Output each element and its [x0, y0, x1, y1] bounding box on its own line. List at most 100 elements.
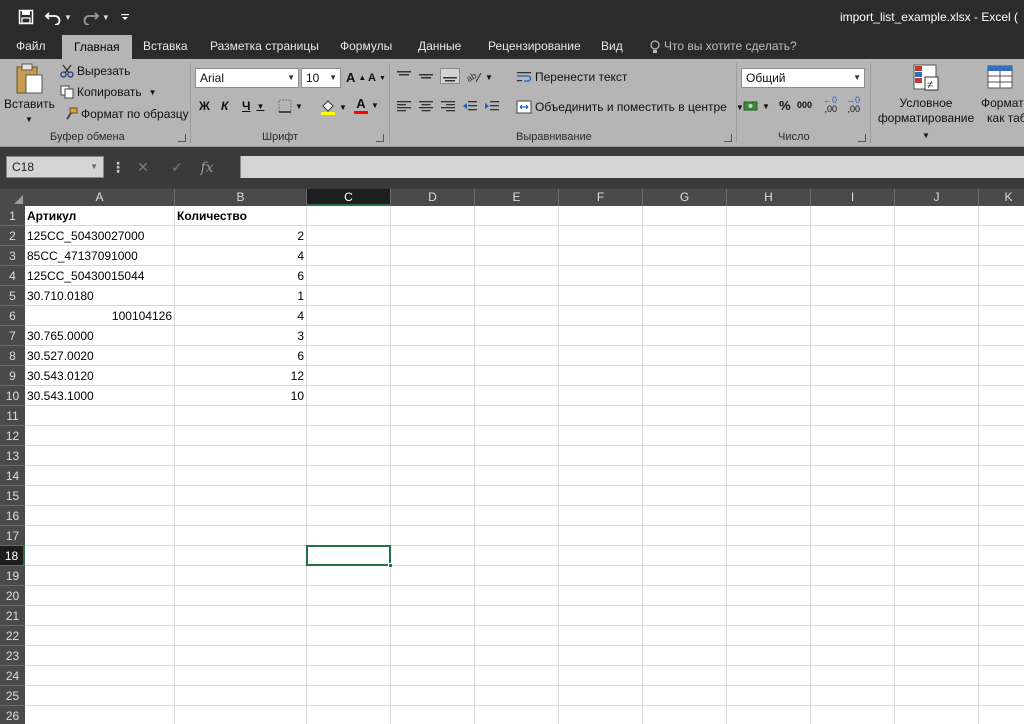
cell-j16[interactable]: [895, 506, 979, 526]
cell-k19[interactable]: [979, 566, 1024, 586]
cell-k24[interactable]: [979, 666, 1024, 686]
cell-d3[interactable]: [391, 246, 475, 266]
cell-d11[interactable]: [391, 406, 475, 426]
cell-i4[interactable]: [811, 266, 895, 286]
row-header[interactable]: 25: [0, 686, 25, 706]
select-all-button[interactable]: [0, 189, 25, 206]
cell-a21[interactable]: [25, 606, 175, 626]
cell-c14[interactable]: [307, 466, 391, 486]
cell-g6[interactable]: [643, 306, 727, 326]
cell-d24[interactable]: [391, 666, 475, 686]
cell-g10[interactable]: [643, 386, 727, 406]
active-cell-selection[interactable]: [306, 545, 391, 566]
confirm-entry-icon[interactable]: ✓: [160, 159, 194, 176]
cell-k16[interactable]: [979, 506, 1024, 526]
cell-e14[interactable]: [475, 466, 559, 486]
cell-g2[interactable]: [643, 226, 727, 246]
cell-b1[interactable]: Количество: [175, 206, 307, 226]
row-header[interactable]: 20: [0, 586, 25, 606]
cell-j26[interactable]: [895, 706, 979, 724]
cell-h10[interactable]: [727, 386, 811, 406]
cell-k14[interactable]: [979, 466, 1024, 486]
cell-d14[interactable]: [391, 466, 475, 486]
cell-j11[interactable]: [895, 406, 979, 426]
cell-k21[interactable]: [979, 606, 1024, 626]
cell-h18[interactable]: [727, 546, 811, 566]
cell-a9[interactable]: 30.543.0120: [25, 366, 175, 386]
cell-f22[interactable]: [559, 626, 643, 646]
cell-d21[interactable]: [391, 606, 475, 626]
underline-button[interactable]: Ч ▼: [242, 99, 264, 113]
cell-j24[interactable]: [895, 666, 979, 686]
decrease-decimal-button[interactable]: →0 ,00: [846, 96, 860, 114]
cell-d19[interactable]: [391, 566, 475, 586]
cell-b15[interactable]: [175, 486, 307, 506]
cell-area[interactable]: Артикул Количество 125CC_50430027000 2 85CC_…: [25, 206, 1024, 724]
insert-function-icon[interactable]: fx: [194, 159, 220, 176]
cell-k23[interactable]: [979, 646, 1024, 666]
cell-c1[interactable]: [307, 206, 391, 226]
cell-f14[interactable]: [559, 466, 643, 486]
cell-d20[interactable]: [391, 586, 475, 606]
cell-a12[interactable]: [25, 426, 175, 446]
row-header[interactable]: 26: [0, 706, 25, 724]
align-top-icon[interactable]: [396, 69, 412, 83]
cell-a26[interactable]: [25, 706, 175, 724]
cell-c5[interactable]: [307, 286, 391, 306]
number-format-select[interactable]: Общий ▼: [741, 68, 865, 88]
row-header[interactable]: 10: [0, 386, 25, 406]
cell-k11[interactable]: [979, 406, 1024, 426]
row-header[interactable]: 24: [0, 666, 25, 686]
cell-j22[interactable]: [895, 626, 979, 646]
cell-k22[interactable]: [979, 626, 1024, 646]
cell-d7[interactable]: [391, 326, 475, 346]
conditional-formatting-button[interactable]: ≠ Условное форматирование ▼: [874, 63, 978, 143]
cell-k1[interactable]: [979, 206, 1024, 226]
cell-g1[interactable]: [643, 206, 727, 226]
cell-a8[interactable]: 30.527.0020: [25, 346, 175, 366]
clipboard-launcher-icon[interactable]: [178, 134, 186, 142]
column-header-d[interactable]: D: [391, 189, 475, 206]
borders-button[interactable]: ▼: [278, 99, 303, 113]
cell-k20[interactable]: [979, 586, 1024, 606]
cell-j9[interactable]: [895, 366, 979, 386]
cell-d2[interactable]: [391, 226, 475, 246]
align-middle-icon[interactable]: [418, 69, 434, 83]
align-right-icon[interactable]: [440, 99, 456, 113]
tab-data[interactable]: Данные: [418, 34, 461, 59]
cell-c21[interactable]: [307, 606, 391, 626]
row-header[interactable]: 17: [0, 526, 25, 546]
cell-k10[interactable]: [979, 386, 1024, 406]
cell-i6[interactable]: [811, 306, 895, 326]
cell-d1[interactable]: [391, 206, 475, 226]
cell-h3[interactable]: [727, 246, 811, 266]
cell-b16[interactable]: [175, 506, 307, 526]
cell-g20[interactable]: [643, 586, 727, 606]
row-header[interactable]: 3: [0, 246, 25, 266]
row-header[interactable]: 2: [0, 226, 25, 246]
cell-b24[interactable]: [175, 666, 307, 686]
cell-i13[interactable]: [811, 446, 895, 466]
cell-h23[interactable]: [727, 646, 811, 666]
cell-c25[interactable]: [307, 686, 391, 706]
cell-a4[interactable]: 125CC_50430015044: [25, 266, 175, 286]
thousands-separator-button[interactable]: 000: [797, 100, 812, 110]
cell-f8[interactable]: [559, 346, 643, 366]
format-as-table-button[interactable]: Формат как таб: [980, 63, 1024, 126]
cell-f7[interactable]: [559, 326, 643, 346]
cell-j15[interactable]: [895, 486, 979, 506]
cell-d4[interactable]: [391, 266, 475, 286]
cell-j23[interactable]: [895, 646, 979, 666]
cell-k7[interactable]: [979, 326, 1024, 346]
cell-g11[interactable]: [643, 406, 727, 426]
cell-i12[interactable]: [811, 426, 895, 446]
cell-j12[interactable]: [895, 426, 979, 446]
column-header-c[interactable]: C: [307, 189, 391, 206]
cell-a1[interactable]: Артикул: [25, 206, 175, 226]
cell-k15[interactable]: [979, 486, 1024, 506]
cell-k12[interactable]: [979, 426, 1024, 446]
cell-k26[interactable]: [979, 706, 1024, 724]
tab-file[interactable]: Файл: [16, 34, 46, 59]
cell-h8[interactable]: [727, 346, 811, 366]
cell-f21[interactable]: [559, 606, 643, 626]
